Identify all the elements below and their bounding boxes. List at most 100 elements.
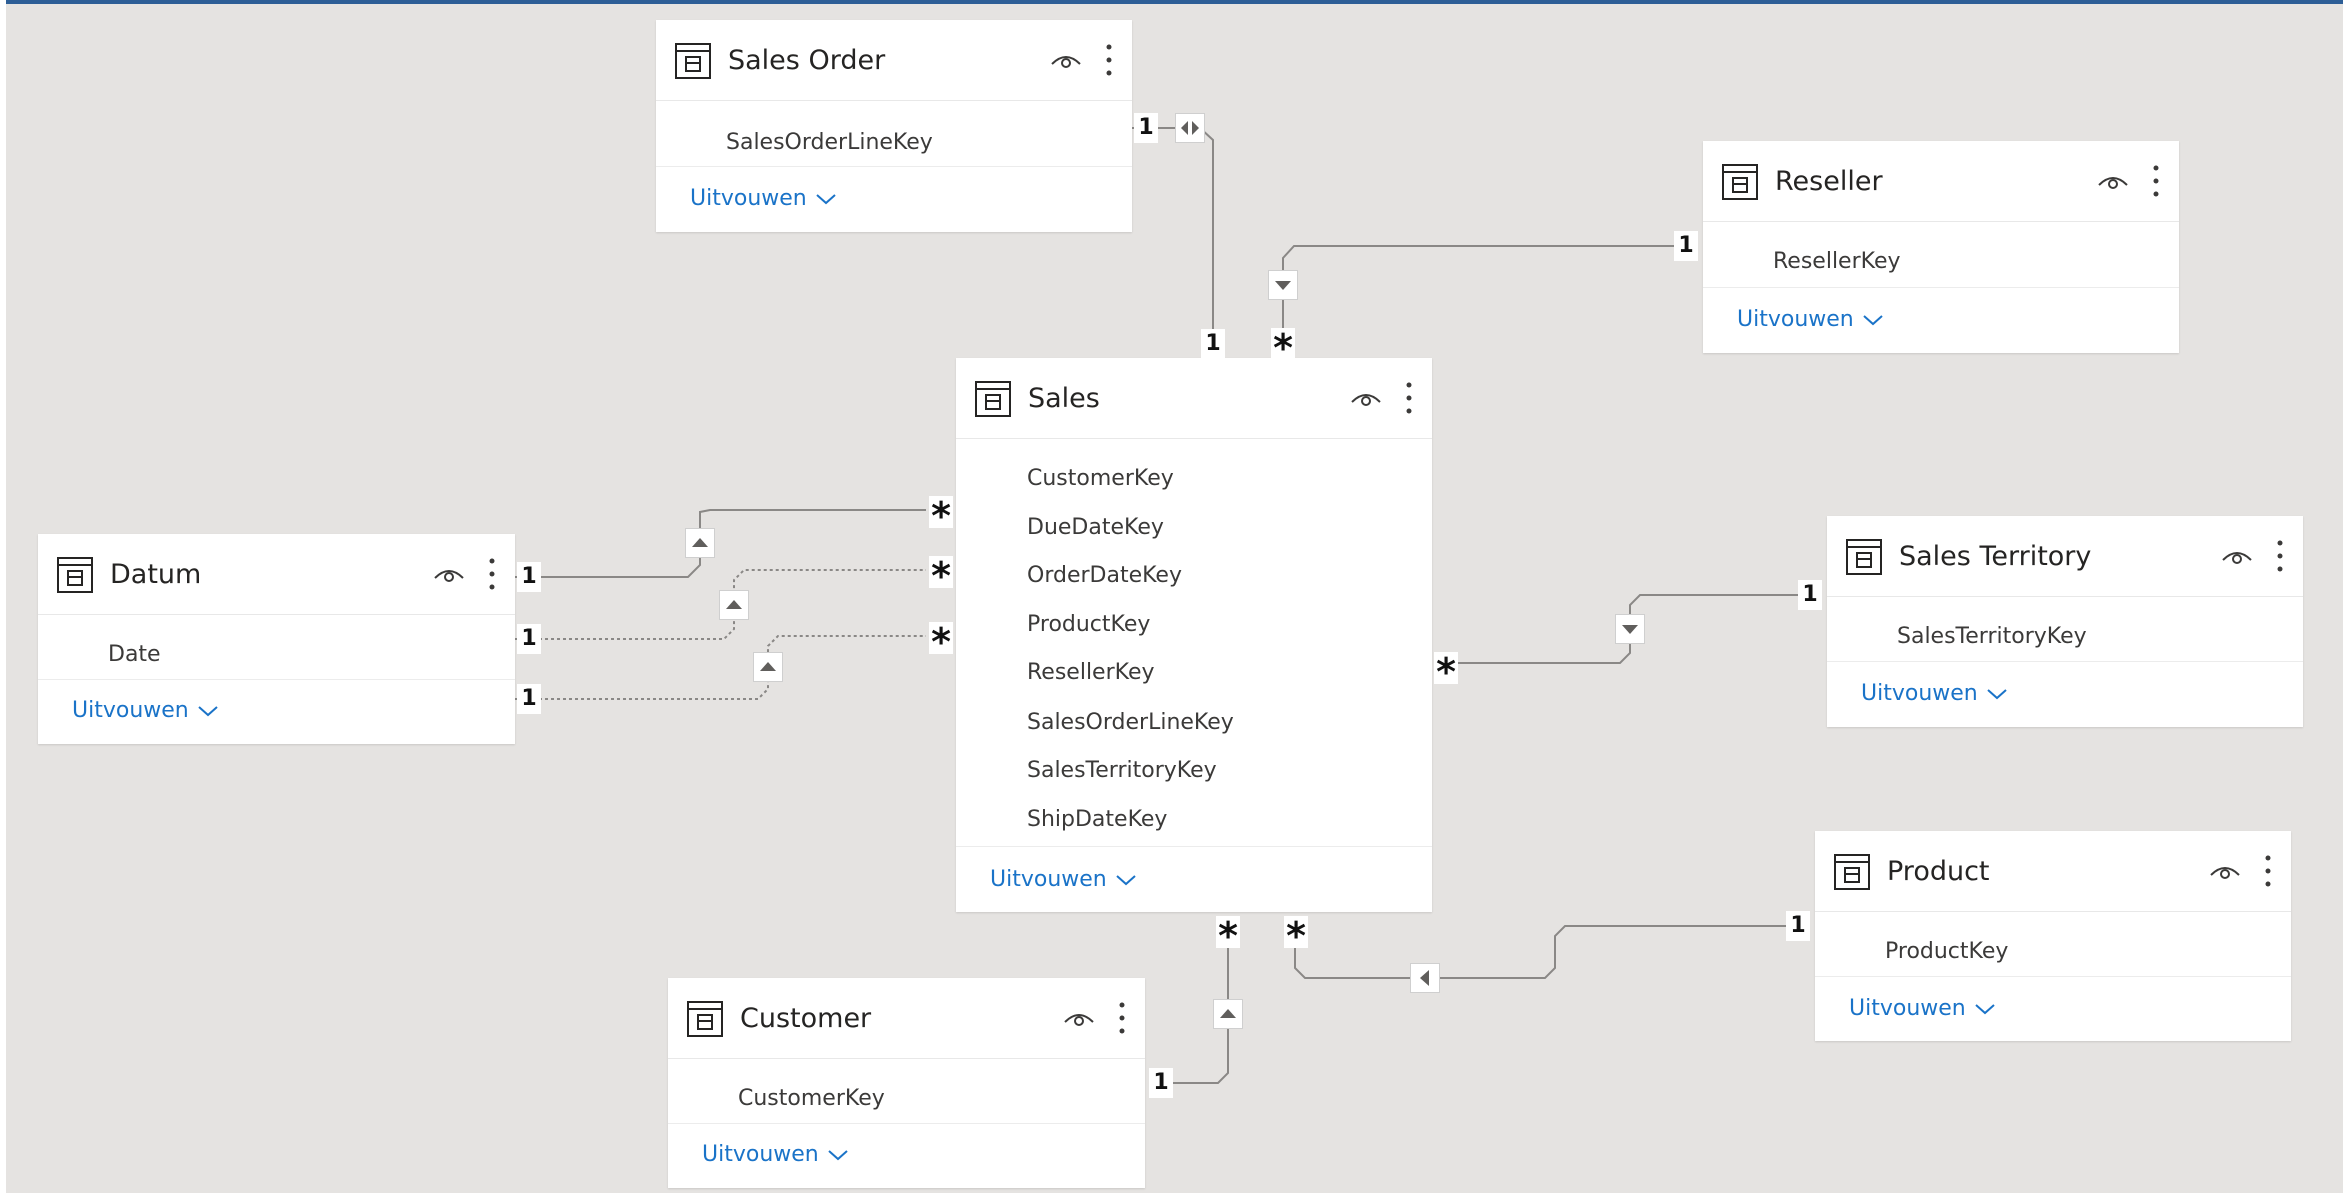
filter-direction-datum-2[interactable] [719, 590, 749, 620]
card-header[interactable]: Sales Territory [1827, 516, 2303, 597]
filter-direction-datum-3[interactable] [753, 652, 783, 682]
card-header[interactable]: Customer [668, 978, 1145, 1059]
expand-button[interactable]: Uitvouwen [1861, 679, 2008, 709]
expand-label: Uitvouwen [702, 1142, 819, 1167]
cardinality-many-sales-datum-1: * [929, 496, 953, 528]
filter-direction-product[interactable] [1410, 963, 1440, 993]
field-sales-territory-key[interactable]: SalesTerritoryKey [1027, 756, 1217, 786]
field-sales-order-line-key[interactable]: SalesOrderLineKey [1027, 708, 1234, 738]
more-options-icon[interactable] [1104, 42, 1114, 78]
card-footer [1827, 661, 2303, 662]
field-product-key[interactable]: ProductKey [1885, 937, 2008, 967]
field-product-key[interactable]: ProductKey [1027, 610, 1150, 640]
card-footer [1703, 287, 2179, 288]
cardinality-one-datum-2: 1 [517, 624, 541, 654]
table-icon [975, 381, 1011, 417]
eye-icon[interactable] [2097, 169, 2129, 193]
more-options-icon[interactable] [1117, 1000, 1127, 1036]
cardinality-one-product: 1 [1786, 911, 1810, 941]
expand-button[interactable]: Uitvouwen [702, 1140, 849, 1170]
table-title: Sales Order [728, 45, 886, 76]
relationship-line-datum-1[interactable] [515, 509, 926, 578]
chevron-down-icon [1863, 315, 1883, 326]
table-card-sales[interactable]: Sales CustomerKey DueDateKey OrderDateKe… [956, 358, 1432, 912]
card-header[interactable]: Product [1815, 831, 2291, 912]
card-header[interactable]: Sales Order [656, 20, 1132, 101]
table-card-product[interactable]: Product ProductKey Uitvouwen [1815, 831, 2291, 1041]
expand-button[interactable]: Uitvouwen [72, 696, 219, 726]
card-header[interactable]: Datum [38, 534, 515, 615]
relationship-line-datum-3[interactable] [515, 635, 926, 700]
field-reseller-key[interactable]: ResellerKey [1773, 247, 1901, 277]
chevron-down-icon [198, 706, 218, 717]
more-options-icon[interactable] [2151, 163, 2161, 199]
field-customer-key[interactable]: CustomerKey [738, 1084, 885, 1114]
table-title: Customer [740, 1003, 872, 1034]
table-icon [687, 1001, 723, 1037]
eye-icon[interactable] [1063, 1006, 1095, 1030]
cardinality-one-sales-top: 1 [1201, 329, 1225, 359]
cardinality-one-customer: 1 [1149, 1068, 1173, 1098]
card-footer [38, 679, 515, 680]
table-title: Datum [110, 559, 202, 590]
relationship-line-sales-order[interactable] [1132, 127, 1214, 338]
eye-icon[interactable] [1050, 48, 1082, 72]
expand-label: Uitvouwen [1849, 996, 1966, 1021]
cardinality-many-sales-territory: * [1434, 652, 1458, 684]
table-card-datum[interactable]: Datum Date Uitvouwen [38, 534, 515, 744]
chevron-down-icon [1987, 689, 2007, 700]
table-title: Sales Territory [1899, 541, 2092, 572]
card-footer [656, 166, 1132, 167]
card-footer [956, 846, 1432, 847]
chevron-down-icon [1975, 1004, 1995, 1015]
expand-button[interactable]: Uitvouwen [1737, 305, 1884, 335]
triangle-arrow-icon [1275, 281, 1291, 290]
triangle-arrow-icon [760, 662, 776, 671]
field-due-date-key[interactable]: DueDateKey [1027, 513, 1164, 543]
field-sales-order-line-key[interactable]: SalesOrderLineKey [726, 128, 933, 158]
triangle-arrow-icon [1220, 1009, 1236, 1018]
field-reseller-key[interactable]: ResellerKey [1027, 658, 1155, 688]
cardinality-one-datum-3: 1 [517, 684, 541, 714]
relationship-line-reseller[interactable] [1282, 245, 1685, 338]
field-sales-territory-key[interactable]: SalesTerritoryKey [1897, 622, 2087, 652]
more-options-icon[interactable] [2263, 853, 2273, 889]
relationship-line-product[interactable] [1294, 925, 1795, 979]
filter-direction-reseller[interactable] [1268, 270, 1298, 300]
expand-button[interactable]: Uitvouwen [690, 184, 837, 214]
cardinality-one-sales-order: 1 [1134, 113, 1158, 143]
card-footer [1815, 976, 2291, 977]
eye-icon[interactable] [433, 562, 465, 586]
table-title: Reseller [1775, 166, 1883, 197]
field-customer-key[interactable]: CustomerKey [1027, 464, 1174, 494]
expand-label: Uitvouwen [1737, 307, 1854, 332]
field-date[interactable]: Date [108, 640, 161, 670]
triangle-arrow-icon [1181, 121, 1199, 135]
filter-direction-datum-1[interactable] [685, 528, 715, 558]
filter-direction-customer[interactable] [1213, 999, 1243, 1029]
eye-icon[interactable] [2209, 859, 2241, 883]
chevron-down-icon [1116, 875, 1136, 886]
table-card-reseller[interactable]: Reseller ResellerKey Uitvouwen [1703, 141, 2179, 353]
more-options-icon[interactable] [487, 556, 497, 592]
card-header[interactable]: Sales [956, 358, 1432, 439]
more-options-icon[interactable] [1404, 380, 1414, 416]
filter-direction-both[interactable] [1175, 113, 1205, 143]
expand-button[interactable]: Uitvouwen [990, 865, 1137, 895]
card-header[interactable]: Reseller [1703, 141, 2179, 222]
table-icon [57, 557, 93, 593]
eye-icon[interactable] [2221, 544, 2253, 568]
table-card-sales-territory[interactable]: Sales Territory SalesTerritoryKey Uitvou… [1827, 516, 2303, 727]
field-ship-date-key[interactable]: ShipDateKey [1027, 805, 1167, 835]
expand-button[interactable]: Uitvouwen [1849, 994, 1996, 1024]
table-title: Sales [1028, 383, 1100, 414]
filter-direction-sales-territory[interactable] [1615, 614, 1645, 644]
eye-icon[interactable] [1350, 386, 1382, 410]
more-options-icon[interactable] [2275, 538, 2285, 574]
table-card-sales-order[interactable]: Sales Order SalesOrderLineKey Uitvouwen [656, 20, 1132, 232]
cardinality-many-sales-reseller: * [1271, 328, 1295, 360]
expand-label: Uitvouwen [1861, 681, 1978, 706]
field-order-date-key[interactable]: OrderDateKey [1027, 561, 1182, 591]
table-icon [675, 43, 711, 79]
table-card-customer[interactable]: Customer CustomerKey Uitvouwen [668, 978, 1145, 1188]
